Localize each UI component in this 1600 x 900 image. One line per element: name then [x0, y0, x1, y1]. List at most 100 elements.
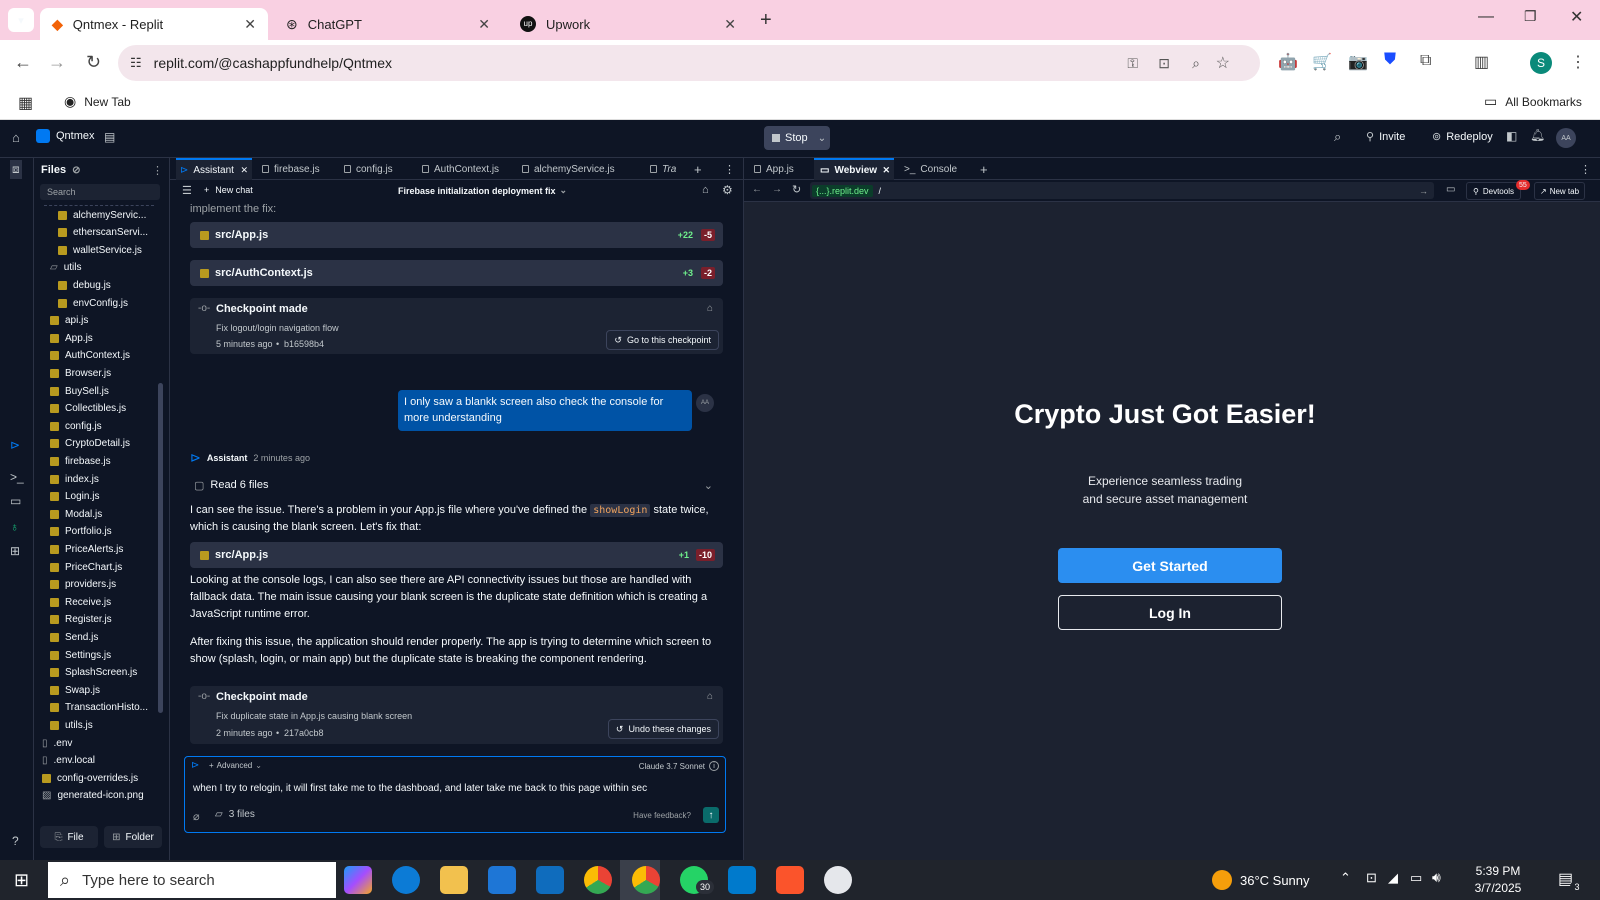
- browser-tab-chatgpt[interactable]: ⊛ ChatGPT ✕: [274, 8, 502, 40]
- close-window-icon[interactable]: ✕: [1570, 7, 1583, 27]
- project-name[interactable]: Qntmex: [36, 129, 95, 143]
- file-tree-item[interactable]: api.js: [34, 312, 159, 330]
- file-tree-item[interactable]: envConfig.js: [34, 294, 159, 312]
- tab-authcontext[interactable]: AuthContext.js: [422, 158, 499, 180]
- file-tree-item[interactable]: firebase.js: [34, 452, 159, 470]
- edge-app-icon[interactable]: [392, 866, 420, 894]
- tab-firebase[interactable]: firebase.js: [262, 158, 320, 180]
- files-scrollbar[interactable]: [158, 383, 163, 713]
- outlook-app-icon[interactable]: [536, 866, 564, 894]
- browser-tab-replit[interactable]: ◆ Qntmex - Replit ✕: [40, 8, 268, 40]
- redeploy-button[interactable]: ⊚ Redeploy: [1432, 130, 1493, 144]
- run-options-chevron-icon[interactable]: ⌄: [812, 126, 832, 150]
- file-tree-item[interactable]: PriceAlerts.js: [34, 540, 159, 558]
- file-tree-item[interactable]: PriceChart.js: [34, 558, 159, 576]
- new-file-button[interactable]: ⎘ File: [40, 826, 98, 848]
- database-icon[interactable]: ▤: [104, 130, 115, 144]
- help-icon[interactable]: ?: [12, 834, 19, 848]
- bookmark-new-tab[interactable]: ◉ New Tab: [64, 93, 131, 110]
- clock-time[interactable]: 5:39 PM: [1470, 864, 1526, 878]
- advanced-options-button[interactable]: + Advanced ⌄: [209, 761, 262, 770]
- tab-console[interactable]: >_ Console: [904, 158, 957, 180]
- back-icon[interactable]: ←: [752, 184, 762, 195]
- file-tree-item[interactable]: alchemyServic...: [34, 206, 159, 224]
- bookmark-star-icon[interactable]: ☆: [1216, 53, 1230, 73]
- settings-gear-icon[interactable]: ⚙: [722, 183, 733, 197]
- close-tab-icon[interactable]: ✕: [478, 16, 490, 33]
- agent-tool-icon[interactable]: ⊳: [10, 438, 20, 452]
- battery-icon[interactable]: ▭: [1410, 870, 1422, 886]
- undo-changes-button[interactable]: ↺ Undo these changes: [607, 719, 719, 739]
- file-tree-item[interactable]: SplashScreen.js: [34, 664, 159, 682]
- go-to-checkpoint-button[interactable]: ↺ Go to this checkpoint: [606, 330, 719, 350]
- back-icon[interactable]: ←: [14, 52, 32, 73]
- copilot-app-icon[interactable]: [344, 866, 372, 894]
- diff-card-app[interactable]: src/App.js +22 -5: [190, 222, 723, 248]
- model-selector[interactable]: Claude 3.7 Sonnet i: [639, 761, 719, 771]
- extension-robot-icon[interactable]: 🤖: [1278, 52, 1298, 72]
- webview-url-input[interactable]: {...}.replit.dev / →: [810, 182, 1434, 199]
- close-tab-icon[interactable]: ✕: [240, 165, 248, 176]
- file-tree-item[interactable]: CryptoDetail.js: [34, 435, 159, 453]
- file-tree-item[interactable]: debug.js: [34, 276, 159, 294]
- add-tab-plus-icon[interactable]: +: [980, 158, 988, 180]
- files-menu-icon[interactable]: ⋮: [152, 164, 163, 177]
- extension-shield-icon[interactable]: ⛊: [1384, 51, 1396, 69]
- chrome-active-app-icon[interactable]: [632, 866, 660, 894]
- diff-card-app-2[interactable]: src/App.js +1 -10: [190, 542, 723, 568]
- tab-search-button[interactable]: ▾: [8, 8, 34, 32]
- new-tab-plus-icon[interactable]: +: [760, 9, 772, 32]
- rollback-preview-icon[interactable]: ⌂: [707, 303, 713, 314]
- file-explorer-icon[interactable]: [440, 866, 468, 894]
- zoom-icon[interactable]: ⌕: [1192, 55, 1200, 72]
- file-tree-item[interactable]: config-overrides.js: [34, 769, 159, 787]
- open-arrow-icon[interactable]: →: [1419, 186, 1428, 196]
- chat-title[interactable]: Firebase initialization deployment fix ⌄: [398, 185, 567, 196]
- tabs-menu-icon[interactable]: ⋮: [1580, 158, 1591, 180]
- profile-avatar[interactable]: S: [1530, 52, 1552, 74]
- search-icon[interactable]: ⌕: [1334, 129, 1341, 145]
- home-icon[interactable]: ⌂: [12, 130, 20, 145]
- site-info-icon[interactable]: ☷: [130, 55, 142, 71]
- user-avatar[interactable]: AA: [1556, 128, 1576, 148]
- close-tab-icon[interactable]: ✕: [882, 165, 890, 176]
- url-text[interactable]: replit.com/@cashappfundhelp/Qntmex: [154, 55, 392, 71]
- read-files-expander[interactable]: ▢ Read 6 files ⌄: [190, 475, 723, 495]
- rollback-icon[interactable]: ⌂: [702, 184, 709, 196]
- file-tree-item[interactable]: AuthContext.js: [34, 347, 159, 365]
- get-started-button[interactable]: Get Started: [1058, 548, 1282, 583]
- weather-sun-icon[interactable]: [1212, 870, 1232, 890]
- file-tree-item[interactable]: Collectibles.js: [34, 400, 159, 418]
- install-app-icon[interactable]: ⊡: [1158, 55, 1170, 72]
- password-key-icon[interactable]: ⚿: [1127, 55, 1138, 72]
- all-bookmarks[interactable]: ▭ All Bookmarks: [1484, 93, 1582, 110]
- file-tree-item[interactable]: Settings.js: [34, 646, 159, 664]
- extensions-puzzle-icon[interactable]: ⧉: [1420, 52, 1431, 70]
- browser-menu-icon[interactable]: ⋮: [1570, 52, 1586, 72]
- reload-icon[interactable]: ↻: [86, 52, 101, 73]
- forward-icon[interactable]: →: [772, 184, 782, 195]
- other-app-icon[interactable]: [824, 866, 852, 894]
- file-tree-item[interactable]: utils.js: [34, 716, 159, 734]
- tab-transactionhistory[interactable]: Tra: [650, 158, 676, 180]
- notifications-bell-icon[interactable]: 🔔︎: [1530, 128, 1545, 142]
- store-app-icon[interactable]: [488, 866, 516, 894]
- webview-tool-icon[interactable]: ▭: [10, 494, 21, 508]
- attached-files-button[interactable]: ▱ 3 files: [215, 809, 255, 820]
- clock-date[interactable]: 3/7/2025: [1470, 881, 1526, 895]
- file-tree-item[interactable]: walletService.js: [34, 241, 159, 259]
- file-tree-item[interactable]: ▨ generated-icon.png: [34, 787, 159, 805]
- tray-camera-icon[interactable]: ⊡: [1366, 870, 1377, 886]
- send-arrow-icon[interactable]: ↑: [703, 807, 719, 823]
- new-chat-button[interactable]: + New chat: [204, 185, 253, 195]
- tab-webview[interactable]: ▭ Webview ✕: [814, 158, 894, 180]
- invite-button[interactable]: ⚲ Invite: [1366, 130, 1405, 144]
- deploy-tool-icon[interactable]: ♁: [10, 520, 19, 534]
- file-tree-item[interactable]: BuySell.js: [34, 382, 159, 400]
- volume-icon[interactable]: 🔊︎: [1432, 869, 1441, 886]
- attach-paperclip-icon[interactable]: ⌀: [193, 810, 200, 823]
- file-tree-item[interactable]: Register.js: [34, 611, 159, 629]
- file-tree-item[interactable]: Portfolio.js: [34, 523, 159, 541]
- tab-alchemyservice[interactable]: alchemyService.js: [522, 158, 615, 180]
- login-button[interactable]: Log In: [1058, 595, 1282, 630]
